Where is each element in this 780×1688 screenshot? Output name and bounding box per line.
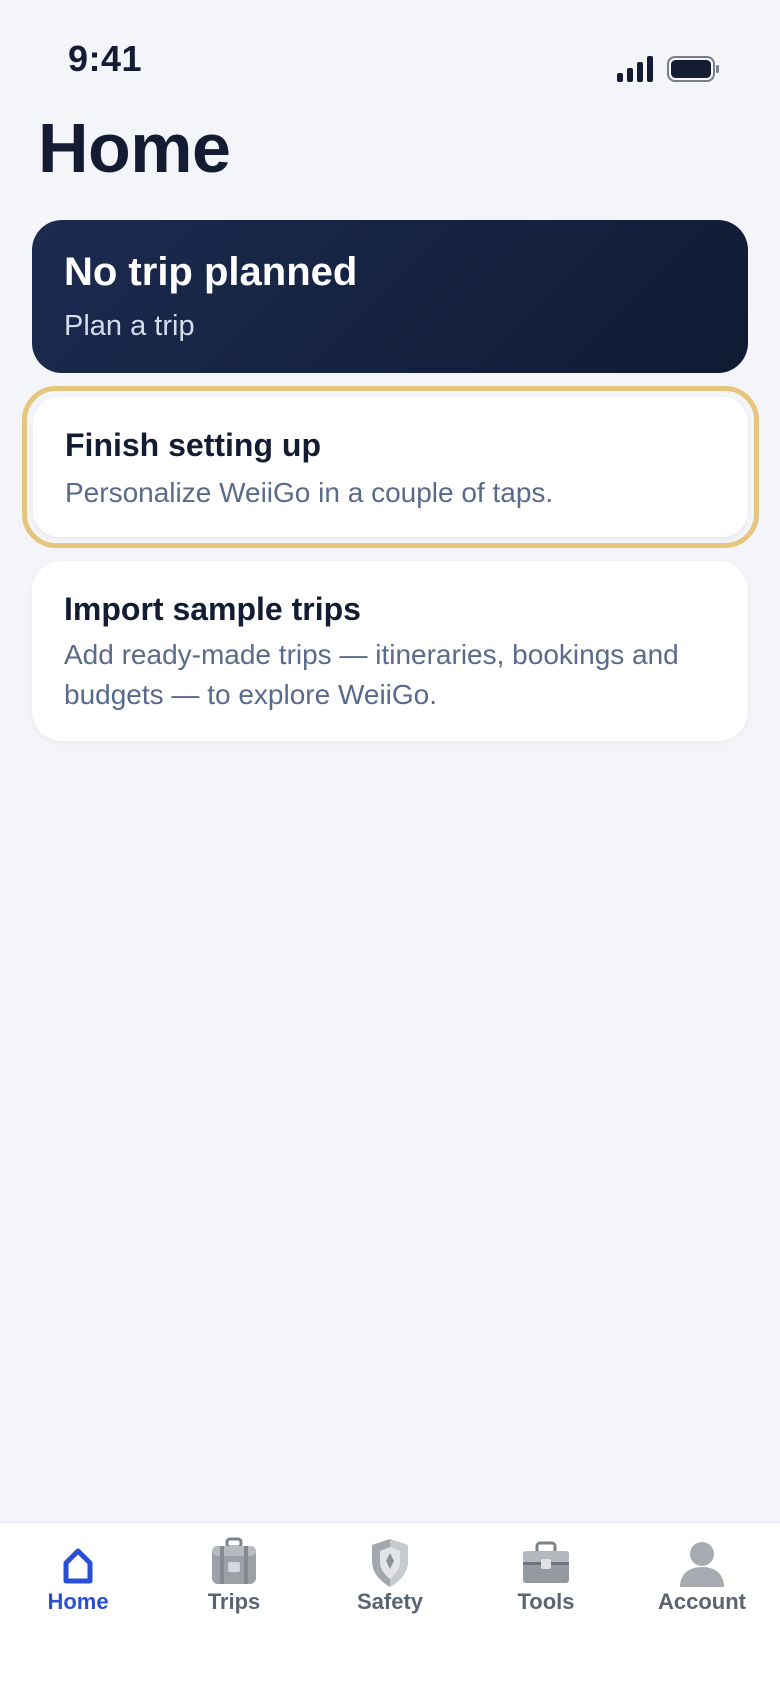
tab-account-label: Account [658, 1589, 746, 1614]
finish-setup-title: Finish setting up [65, 427, 321, 463]
home-screen: 9:41 Home No trip planned Plan a trip Fi… [0, 0, 780, 1688]
shield-icon [372, 1539, 408, 1587]
tab-trips[interactable]: Trips [156, 1523, 312, 1633]
luggage-icon [212, 1537, 256, 1584]
tab-home-label: Home [47, 1589, 109, 1614]
tab-account[interactable]: Account [624, 1523, 780, 1633]
tab-tools-label: Tools [517, 1589, 575, 1614]
home-icon [63, 1548, 93, 1584]
import-sample-trips-title: Import sample trips [64, 591, 361, 627]
finish-setup-card[interactable]: Finish setting up Personalize WeiiGo in … [22, 386, 759, 548]
plan-trip-link[interactable]: Plan a trip [64, 310, 195, 343]
status-bar: 9:41 [0, 0, 780, 110]
tab-tools[interactable]: Tools [468, 1523, 624, 1633]
tab-safety[interactable]: Safety [312, 1523, 468, 1633]
import-sample-trips-card[interactable]: Import sample trips Add ready-made trips… [32, 561, 748, 741]
trip-status-card[interactable]: No trip planned Plan a trip [32, 220, 748, 373]
status-time: 9:41 [68, 38, 143, 79]
trip-status-title: No trip planned [64, 250, 358, 294]
battery-icon [667, 56, 719, 82]
user-icon [680, 1542, 724, 1587]
finish-setup-subtitle: Personalize WeiiGo in a couple of taps. [65, 477, 554, 508]
tab-home[interactable]: Home [0, 1523, 156, 1633]
page-title: Home [38, 109, 231, 187]
signal-icon [617, 56, 653, 82]
toolbox-icon [523, 1541, 569, 1583]
tab-safety-label: Safety [356, 1589, 424, 1614]
import-sample-trips-subtitle: Add ready-made trips — itineraries, book… [64, 639, 679, 710]
bottom-tab-bar: Home Trips Safety Tools Account [0, 1522, 780, 1688]
finish-setup-card-body: Finish setting up Personalize WeiiGo in … [33, 397, 748, 537]
tab-trips-label: Trips [207, 1589, 261, 1614]
